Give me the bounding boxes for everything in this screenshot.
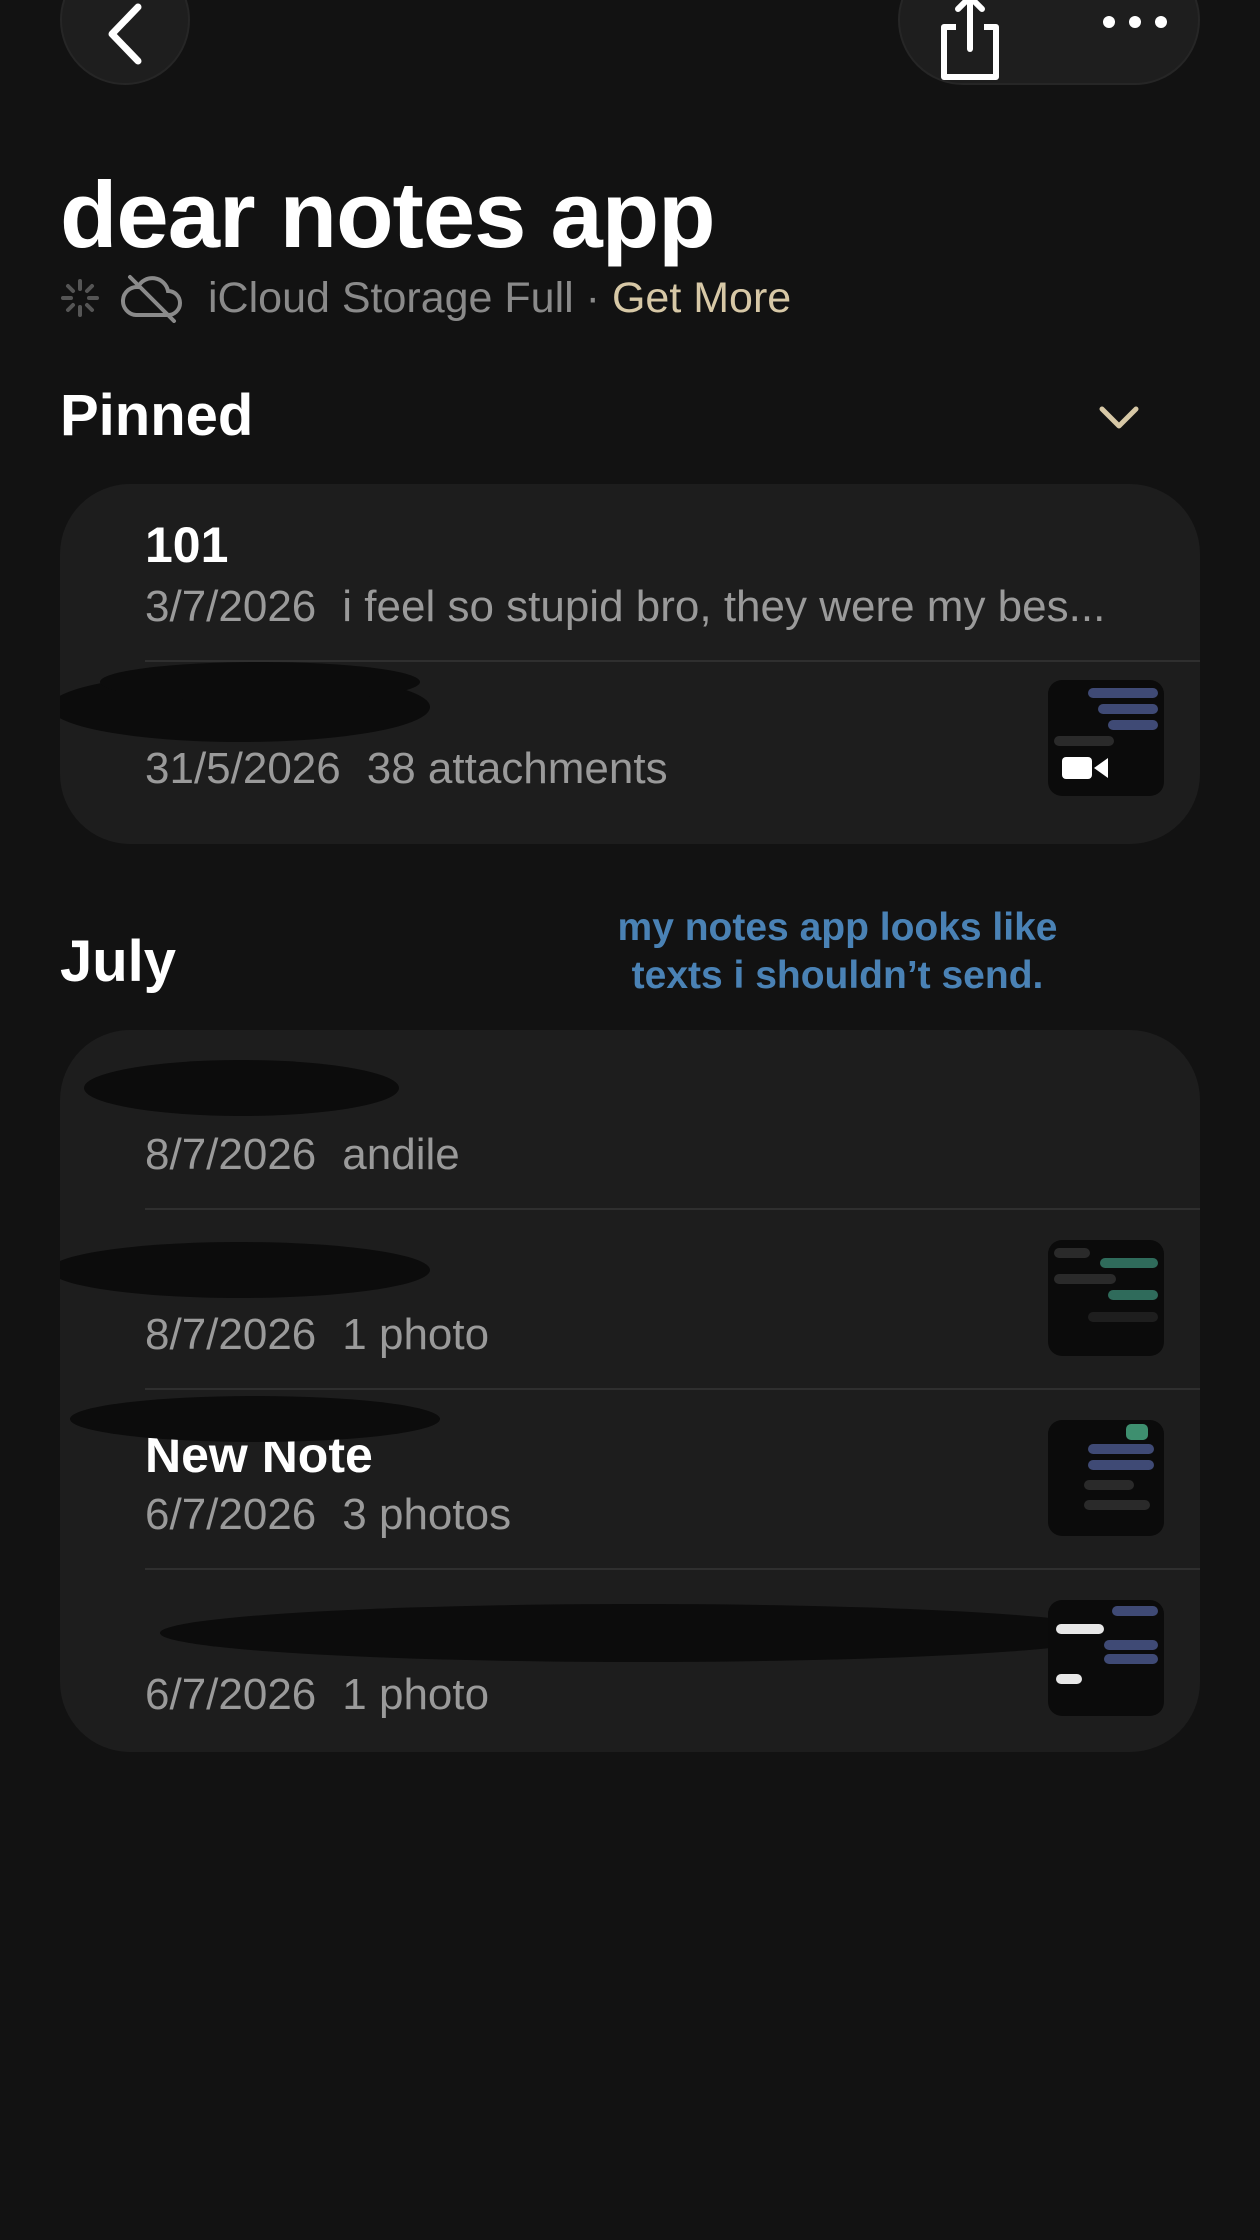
share-button[interactable]	[930, 0, 1010, 87]
redaction-scribble	[70, 1396, 440, 1442]
note-preview: 1 photo	[342, 1670, 490, 1719]
note-date: 3/7/2026	[145, 582, 317, 631]
july-section-header: July	[60, 929, 177, 994]
july-notes-card: 8/7/2026 andile 8/7/2026 1 photo New Note …	[60, 1030, 1200, 1752]
pinned-section-header[interactable]: Pinned	[60, 382, 253, 449]
note-meta: 3/7/2026 i feel so stupid bro, they were …	[145, 582, 1105, 632]
note-date: 31/5/2026	[145, 744, 341, 793]
redaction-scribble	[84, 1060, 399, 1116]
note-date: 8/7/2026	[145, 1130, 317, 1179]
back-button[interactable]	[60, 0, 190, 85]
chevron-down-icon[interactable]	[1098, 403, 1140, 433]
storage-status: iCloud Storage Full · Get More	[60, 270, 791, 326]
note-row[interactable]: New Note 6/7/2026 3 photos	[60, 1390, 1200, 1570]
note-preview: 38 attachments	[366, 744, 668, 793]
note-date: 6/7/2026	[145, 1490, 317, 1539]
redaction-scribble	[160, 1604, 1120, 1662]
storage-status-text: iCloud Storage Full ·	[208, 273, 600, 322]
caption-line-1: my notes app looks like	[617, 906, 1058, 949]
note-preview: andile	[342, 1130, 460, 1179]
video-thumbnail	[1048, 680, 1164, 796]
note-meta: 6/7/2026 3 photos	[145, 1490, 511, 1540]
video-camera-icon	[1062, 757, 1108, 779]
note-row[interactable]: 31/5/2026 38 attachments	[60, 662, 1200, 844]
note-row[interactable]: 6/7/2026 1 photo	[60, 1570, 1200, 1752]
get-more-link[interactable]: Get More	[612, 274, 791, 323]
chat-screenshot-thumbnail	[1048, 1600, 1164, 1716]
chat-screenshot-thumbnail	[1048, 1240, 1164, 1356]
chat-screenshot-thumbnail	[1048, 1420, 1164, 1536]
loading-spinner-icon	[61, 279, 99, 317]
note-preview: i feel so stupid bro, they were my bes..…	[342, 582, 1106, 631]
note-date: 8/7/2026	[145, 1310, 317, 1359]
more-button[interactable]	[1100, 7, 1170, 37]
note-preview: 3 photos	[342, 1490, 512, 1539]
redaction-scribble	[100, 662, 420, 702]
redaction-scribble	[60, 1242, 430, 1298]
pinned-notes-card: 101 3/7/2026 i feel so stupid bro, they w…	[60, 484, 1200, 844]
note-row[interactable]: 8/7/2026 1 photo	[60, 1210, 1200, 1390]
caption-line-2: texts i shouldn’t send.	[631, 954, 1044, 997]
note-meta: 31/5/2026 38 attachments	[145, 744, 668, 794]
note-title: 101	[145, 517, 229, 573]
note-meta: 6/7/2026 1 photo	[145, 1670, 489, 1720]
note-date: 6/7/2026	[145, 1670, 317, 1719]
note-row[interactable]: 8/7/2026 andile	[60, 1030, 1200, 1210]
overlay-caption: my notes app looks like texts i shouldn’…	[600, 904, 1075, 1000]
note-row[interactable]: 101 3/7/2026 i feel so stupid bro, they w…	[60, 484, 1200, 664]
note-meta: 8/7/2026 andile	[145, 1130, 460, 1180]
note-preview: 1 photo	[342, 1310, 490, 1359]
cloud-off-icon	[120, 275, 182, 323]
toolbar-pill	[898, 0, 1200, 85]
share-icon	[941, 0, 999, 80]
chevron-left-icon	[108, 3, 142, 65]
note-meta: 8/7/2026 1 photo	[145, 1310, 489, 1360]
ellipsis-icon	[1103, 16, 1167, 28]
folder-title: dear notes app	[60, 162, 716, 267]
